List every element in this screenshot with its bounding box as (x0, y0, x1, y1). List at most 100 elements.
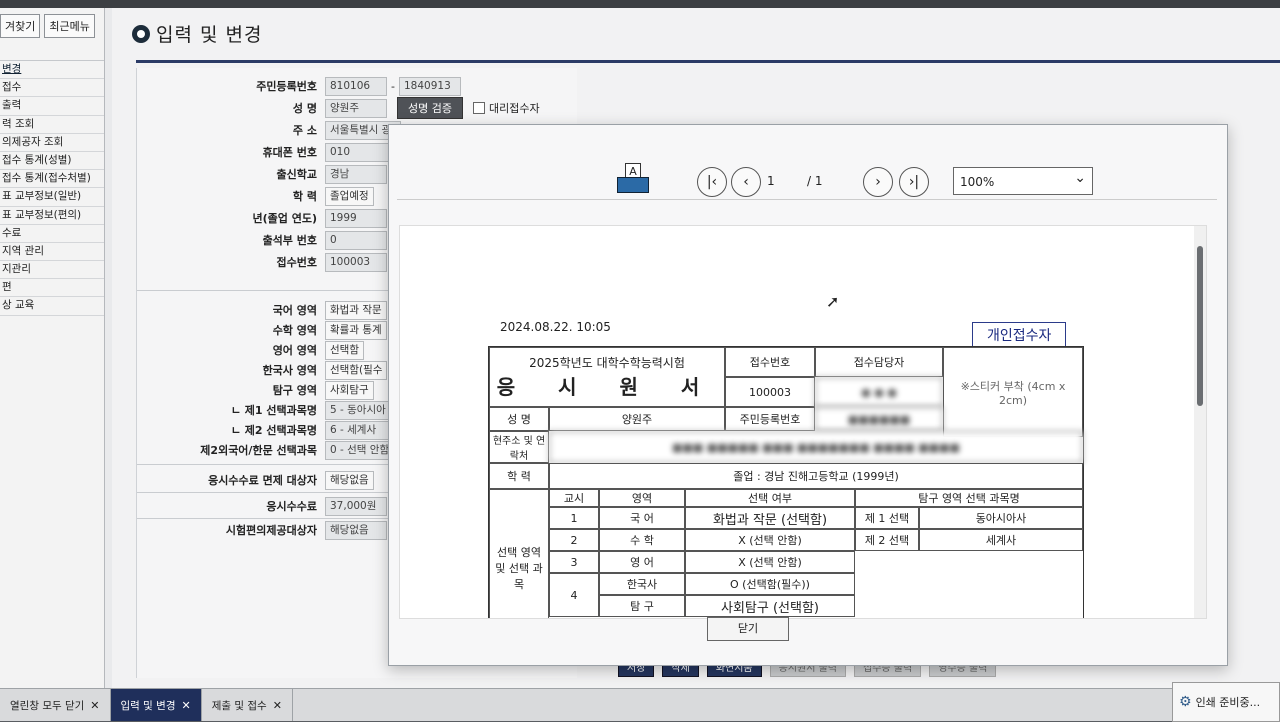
jumin-label: 주민등록번호 (725, 407, 815, 431)
print-status-text: 인쇄 준비중... (1195, 696, 1261, 709)
sidebar-item[interactable]: 지관리 (0, 261, 104, 280)
jumin-back-input[interactable]: 1840913 (398, 76, 461, 96)
select1-label: 제 1 선택 (855, 507, 919, 529)
receipt-no: 100003 (725, 377, 815, 407)
page-total: / 1 (807, 174, 823, 188)
sidebar-item[interactable]: 력 조회 (0, 116, 104, 134)
field-label: 제2외국어/한문 선택과목 (200, 444, 317, 457)
row-choice: O (선택함(필수)) (685, 573, 855, 595)
address-label: 현주소 및 연락처 (489, 431, 549, 463)
proxy-checkbox[interactable]: 대리접수자 (472, 100, 540, 116)
verify-name-button[interactable]: 성명 검증 (397, 97, 463, 119)
convenience-row: 시험편의제공대상자 해당없음 (137, 520, 387, 540)
row-period: 1 (549, 507, 599, 529)
field-label: 국어 영역 (272, 304, 317, 317)
select2-value: 세계사 (919, 529, 1083, 551)
col-choice: 선택 여부 (685, 489, 855, 507)
history-radio[interactable]: 선택함(필수 (325, 360, 388, 380)
page-number-input[interactable]: 1 (763, 169, 807, 193)
vertical-scrollbar[interactable] (1194, 226, 1206, 618)
korean-row: 국어 영역 화법과 작문 (137, 300, 387, 320)
math-radio[interactable]: 확률과 통계 (325, 320, 387, 340)
sidebar-item[interactable]: 접수 통계(성별) (0, 152, 104, 171)
col-area: 영역 (599, 489, 685, 507)
sidebar-item[interactable]: 표 교부정보(편의) (0, 207, 104, 225)
row-area: 한국사 (599, 573, 685, 595)
degree-radio[interactable]: 졸업예정 (325, 186, 374, 206)
exempt-radio[interactable]: 해당없음 (325, 470, 374, 490)
name-input[interactable]: 양원주 (325, 98, 387, 118)
sidebar: 겨찾기 최근메뉴 변경 접수 출력 력 조회 의제공자 조회 접수 통계(성별)… (0, 8, 105, 688)
page-title: 입력 및 변경 (156, 24, 263, 46)
last-page-icon[interactable]: ›| (899, 167, 929, 197)
mouse-cursor-icon: ➚ (826, 292, 840, 311)
sidebar-item[interactable]: 지역 관리 (0, 243, 104, 262)
staff-value: ● ● ● (815, 377, 943, 407)
row-area: 영 어 (599, 551, 685, 573)
close-button[interactable]: 닫기 (707, 617, 789, 641)
printer-icon[interactable]: A (617, 163, 649, 193)
document-viewport: ➚ 2024.08.22. 10:05 개인접수자 2025학년도 대학수학능력… (399, 225, 1207, 619)
sidebar-item[interactable]: 변경 (0, 61, 104, 80)
bullet-icon (132, 24, 150, 43)
close-all-tabs[interactable]: 열린창 모두 닫기 ✕ (0, 689, 111, 721)
sidebar-item[interactable]: 의제공자 조회 (0, 134, 104, 152)
address-redacted: ■■■ ■■■■■ ■■■ ■■■■■■■ ■■■■ ■■■■ (549, 431, 1083, 463)
row-period: 4 (549, 573, 599, 617)
inquiry-radio[interactable]: 사회탐구 (325, 380, 374, 400)
field-label: 휴대폰 번호 (262, 146, 317, 159)
tab-recent[interactable]: 최근메뉴 (44, 14, 95, 38)
sidebar-item[interactable]: 편 (0, 279, 104, 298)
history-row: 한국사 영역 선택함(필수 (137, 360, 388, 380)
tab-label: 제출 및 접수 (211, 699, 267, 712)
field-label: 한국사 영역 (262, 364, 317, 377)
tab-input-change[interactable]: 입력 및 변경 ✕ (110, 689, 202, 721)
attendance-input[interactable]: 0 (325, 230, 387, 250)
exempt-row: 응시수수료 면제 대상자 해당없음 (137, 470, 374, 490)
close-icon[interactable]: ✕ (273, 699, 282, 712)
prev-page-icon[interactable]: ‹ (731, 167, 761, 197)
field-label: 응시수수료 면제 대상자 (208, 474, 317, 487)
field-label: 년(졸업 연도) (252, 212, 317, 225)
korean-radio[interactable]: 화법과 작문 (325, 300, 387, 320)
foreign-dropdown[interactable]: 0 - 선택 안함 (325, 440, 397, 460)
first-page-icon[interactable]: |‹ (697, 167, 727, 197)
field-label: 출신학교 (276, 168, 317, 181)
sidebar-item[interactable]: 상 교육 (0, 297, 104, 316)
next-page-icon[interactable]: › (863, 167, 893, 197)
sidebar-item[interactable]: 출력 (0, 97, 104, 116)
jumin-front-input[interactable]: 810106 (325, 76, 387, 96)
row-choice: 화법과 작문 (선택함) (685, 507, 855, 529)
print-status-popup: ⚙ 인쇄 준비중... (1172, 682, 1280, 722)
doc-header: 2025학년도 대학수학능력시험 응 시 원 서 (489, 347, 725, 407)
sidebar-item[interactable]: 접수 통계(접수처별) (0, 170, 104, 189)
sidebar-item[interactable]: 표 교부정보(일반) (0, 188, 104, 207)
select2-dropdown[interactable]: 6 - 세계사 (325, 420, 397, 440)
grad-year-input[interactable]: 1999 (325, 208, 387, 228)
tab-submit-receive[interactable]: 제출 및 접수 ✕ (202, 689, 293, 721)
print-date: 2024.08.22. 10:05 (500, 320, 611, 334)
close-icon[interactable]: ✕ (90, 699, 99, 712)
top-strip (0, 0, 1280, 8)
col-period: 교시 (549, 489, 599, 507)
row-period: 3 (549, 551, 599, 573)
close-icon[interactable]: ✕ (182, 699, 191, 712)
sidebar-item[interactable]: 접수 (0, 79, 104, 98)
phone-select[interactable]: 010 (325, 142, 393, 162)
select1-dropdown[interactable]: 5 - 동아시아 (325, 400, 397, 420)
field-label: 출석부 번호 (262, 234, 317, 247)
tab-favorites[interactable]: 겨찾기 (0, 14, 41, 38)
field-label: ㄴ 제1 선택과목명 (230, 404, 317, 417)
school-input[interactable]: 경남 (325, 164, 387, 184)
jumin-redacted: ■■■■■■ (815, 407, 943, 431)
receipt-row: 접수번호 100003 (137, 252, 387, 272)
row-area: 국 어 (599, 507, 685, 529)
scrollbar-thumb[interactable] (1197, 246, 1203, 406)
sidebar-menu: 변경 접수 출력 력 조회 의제공자 조회 접수 통계(성별) 접수 통계(접수… (0, 60, 104, 316)
zoom-select[interactable]: 100% (953, 164, 1093, 195)
degree-row: 학 력 졸업예정 (137, 186, 374, 206)
sidebar-item[interactable]: 수료 (0, 225, 104, 243)
inquiry-row: 탐구 영역 사회탐구 (137, 380, 374, 400)
english-radio[interactable]: 선택함 (325, 340, 364, 360)
field-label: 영어 영역 (272, 344, 317, 357)
